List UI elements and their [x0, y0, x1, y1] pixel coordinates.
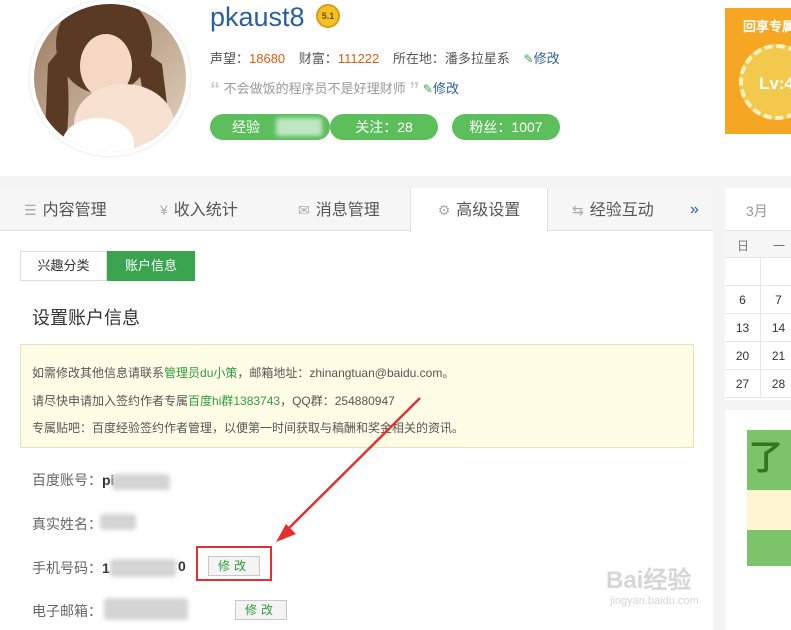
notice-line-3: 专属贴吧：百度经验签约作者管理，以便第一时间获取与稿酬和奖金相关的资讯。: [32, 421, 465, 435]
wealth-value: 111222: [337, 51, 380, 66]
tab-bar: ☰ 内容管理 ¥ 收入统计 ✉ 消息管理 ⚙ 高级设置 ⇆ 经验互动 »: [0, 188, 713, 232]
notice-text: 请尽快申请加入签约作者专属: [32, 394, 189, 408]
badge-title: 回享专属: [743, 19, 791, 34]
notice-line-1: 如需修改其他信息请联系管理员du小策，邮箱地址：zhinangtuan@baid…: [32, 364, 454, 381]
tab-advanced-settings[interactable]: ⚙ 高级设置: [410, 188, 548, 232]
baidu-watermark-url: jingyan.baidu.com: [610, 595, 699, 607]
calendar-widget: 3月 日 一 6 7 13 14 20 21 27 28: [725, 188, 791, 400]
real-name-label: 真实姓名：: [32, 516, 102, 532]
tab-label: 内容管理: [42, 202, 107, 219]
calendar-month[interactable]: 3月: [746, 201, 768, 221]
tab-label: 经验互动: [589, 202, 654, 219]
masked-email: [104, 598, 188, 620]
real-name-row: 真实姓名：: [32, 514, 102, 534]
tabs-more-icon[interactable]: »: [690, 188, 699, 232]
location-value: 潘多拉星系: [444, 51, 510, 66]
follow-pill[interactable]: 关注：28: [330, 114, 438, 140]
ad-image: 了不: [747, 430, 791, 566]
calendar-day[interactable]: 20: [725, 342, 761, 370]
tab-message-manage[interactable]: ✉ 消息管理: [298, 188, 380, 231]
badge-level: Lv:4: [759, 74, 791, 93]
stats-line: 声望：18680 财富：111222 所在地：潘多拉星系 ✎修改: [210, 48, 560, 67]
highlight-box: [196, 546, 272, 581]
calendar-day[interactable]: [725, 258, 761, 286]
exp-label: 经验: [232, 119, 260, 135]
notice-line-2: 请尽快申请加入签约作者专属百度hi群1383743，QQ群：254880947: [32, 392, 395, 409]
email-label: 电子邮箱：: [32, 603, 102, 619]
ad-banner[interactable]: 了不: [725, 410, 791, 630]
calendar-weekday-row: 日 一: [725, 230, 791, 258]
pencil-icon: ✎: [422, 82, 433, 96]
hi-group-link[interactable]: 百度hi群1383743: [188, 394, 280, 408]
email-row: 电子邮箱：: [32, 601, 102, 621]
fans-pill[interactable]: 粉丝：1007: [452, 114, 560, 140]
avatar-image: [34, 4, 186, 152]
reputation-value: 18680: [249, 51, 286, 66]
baidu-account-row: 百度账号：pi: [32, 470, 114, 490]
tab-exp-interaction[interactable]: ⇆ 经验互动: [572, 188, 654, 231]
close-quote-icon: ”: [409, 79, 420, 101]
wealth-label: 财富：: [298, 51, 338, 66]
calendar-day[interactable]: 27: [725, 370, 761, 398]
pencil-icon: ✎: [523, 52, 534, 66]
level-medal-icon: 5.1: [316, 4, 340, 28]
notice-text: ，邮箱地址：zhinangtuan@baidu.com。: [237, 366, 455, 380]
edit-location-link[interactable]: 修改: [534, 51, 560, 66]
yen-icon: ¥: [160, 202, 168, 218]
list-icon: ☰: [24, 202, 37, 218]
subtab-account-info[interactable]: 账户信息: [107, 251, 195, 281]
phone-value-end-wrap: 0: [178, 558, 186, 574]
tab-label: 收入统计: [173, 202, 238, 219]
avatar[interactable]: [30, 0, 190, 156]
calendar-day[interactable]: 7: [761, 286, 791, 314]
calendar-day[interactable]: 6: [725, 286, 761, 314]
edit-email-button[interactable]: 修改: [235, 600, 287, 620]
section-title: 设置账户信息: [32, 308, 140, 328]
calendar-day[interactable]: 14: [761, 314, 791, 342]
calendar-day[interactable]: 28: [761, 370, 791, 398]
mail-icon: ✉: [298, 202, 310, 218]
motto: “ 不会做饭的程序员不是好理财师 ” ✎修改: [210, 78, 459, 102]
tab-income-stats[interactable]: ¥ 收入统计: [160, 188, 238, 231]
ad-band: [747, 490, 791, 530]
weekday-sun: 日: [737, 239, 750, 253]
phone-row: 手机号码：1: [32, 558, 110, 578]
location-label: 所在地：: [392, 51, 445, 66]
gear-icon: ⚙: [437, 202, 451, 218]
calendar-day[interactable]: 13: [725, 314, 761, 342]
weekday-mon: 一: [773, 239, 786, 253]
phone-label: 手机号码：: [32, 560, 102, 576]
subtab-interest-category[interactable]: 兴趣分类: [20, 251, 107, 281]
exchange-icon: ⇆: [572, 202, 584, 218]
phone-value-end: 0: [178, 558, 186, 574]
vip-badge-card[interactable]: 回享专属 Lv:4: [725, 8, 791, 134]
calendar-day[interactable]: 21: [761, 342, 791, 370]
masked-account: [112, 474, 170, 490]
notice-text: 如需修改其他信息请联系: [32, 366, 165, 380]
baidu-watermark: Bai经验: [606, 567, 692, 594]
phone-value-start: 1: [102, 560, 110, 576]
exp-pill[interactable]: 经验: [210, 114, 330, 140]
edit-motto-link[interactable]: 修改: [433, 81, 459, 96]
reputation-label: 声望：: [210, 51, 250, 66]
calendar-day[interactable]: [761, 258, 791, 286]
admin-link[interactable]: 管理员du小策: [164, 366, 237, 380]
motto-text: 不会做饭的程序员不是好理财师: [223, 81, 406, 96]
tab-label: 消息管理: [315, 202, 380, 219]
masked-phone: [110, 559, 176, 577]
masked-name: [100, 514, 136, 530]
open-quote-icon: “: [210, 79, 220, 101]
exp-value-masked: [276, 118, 322, 136]
notice-text: ，QQ群：254880947: [280, 394, 395, 408]
profile-header: pkaust8 5.1 声望：18680 财富：111222 所在地：潘多拉星系…: [0, 0, 791, 176]
tab-label: 高级设置: [456, 202, 521, 219]
baidu-account-label: 百度账号：: [32, 472, 102, 488]
tab-content-manage[interactable]: ☰ 内容管理: [24, 188, 107, 231]
username[interactable]: pkaust8: [210, 2, 305, 33]
notice-box: 如需修改其他信息请联系管理员du小策，邮箱地址：zhinangtuan@baid…: [20, 344, 694, 448]
